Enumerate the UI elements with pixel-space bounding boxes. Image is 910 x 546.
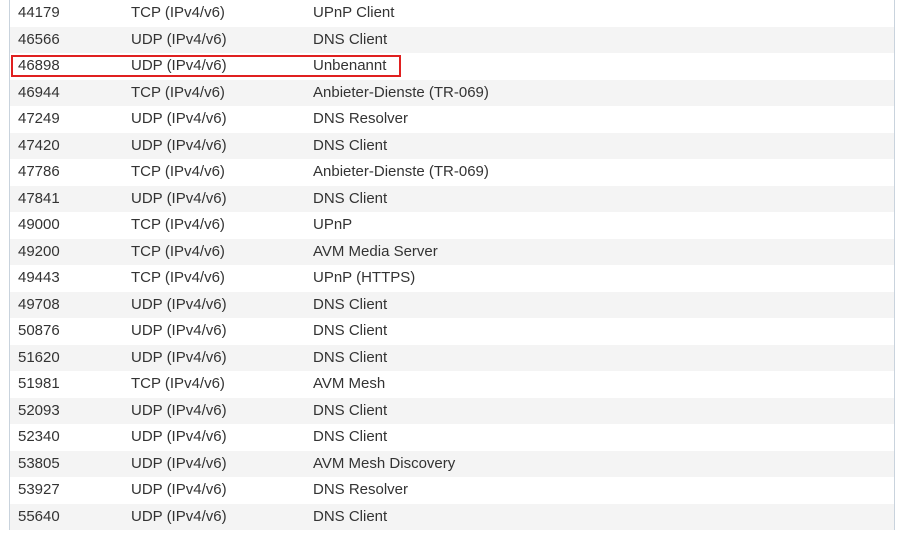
table-row: 52093 UDP (IPv4/v6) DNS Client [10,397,894,424]
port-cell: 55640 [18,507,60,525]
port-cell: 53927 [18,481,60,498]
protocol-cell: TCP (IPv4/v6) [131,163,225,180]
table-row: 47249 UDP (IPv4/v6) DNS Resolver [10,106,894,133]
protocol-cell: UDP (IPv4/v6) [131,189,227,207]
service-cell: UPnP [313,216,353,233]
service-cell: DNS Client [313,428,388,445]
service-cell: Anbieter-Dienste (TR-069) [313,163,489,180]
service-cell: DNS Client [313,295,388,313]
port-cell: 52340 [18,428,60,445]
service-cell: Anbieter-Dienste (TR-069) [313,83,489,101]
protocol-cell: TCP (IPv4/v6) [131,375,225,392]
protocol-cell: UDP (IPv4/v6) [131,295,227,313]
service-cell: DNS Resolver [313,481,409,498]
protocol-cell: UDP (IPv4/v6) [131,507,227,525]
table-row: 51620 UDP (IPv4/v6) DNS Client [10,344,894,371]
table-row: 46566 UDP (IPv4/v6) DNS Client [10,26,894,53]
port-cell: 47786 [18,163,60,180]
table-row: 53927 UDP (IPv4/v6) DNS Resolver [10,477,894,504]
service-cell: DNS Client [313,507,388,525]
protocol-cell: UDP (IPv4/v6) [131,110,227,127]
port-cell: 47841 [18,189,60,207]
port-cell: 46944 [18,83,60,101]
service-cell: AVM Media Server [313,242,438,260]
table-row: 53805 UDP (IPv4/v6) AVM Mesh Discovery [10,450,894,477]
protocol-cell: UDP (IPv4/v6) [131,454,227,472]
table-row: 51981 TCP (IPv4/v6) AVM Mesh [10,371,894,398]
port-cell: 44179 [18,4,60,21]
service-cell: DNS Client [313,348,388,366]
service-cell: DNS Client [313,189,388,207]
service-cell: DNS Client [313,322,388,339]
port-cell: 47420 [18,136,60,154]
service-cell: Unbenannt [313,57,387,74]
protocol-cell: TCP (IPv4/v6) [131,4,225,21]
service-cell: AVM Mesh [313,375,386,392]
table-row: 44179 TCP (IPv4/v6) UPnP Client [10,0,894,27]
service-cell: AVM Mesh Discovery [313,454,456,472]
protocol-cell: UDP (IPv4/v6) [131,348,227,366]
service-cell: DNS Client [313,30,388,48]
port-cell: 49443 [18,269,60,286]
protocol-cell: UDP (IPv4/v6) [131,57,227,74]
protocol-cell: UDP (IPv4/v6) [131,322,227,339]
protocol-cell: UDP (IPv4/v6) [131,401,227,419]
protocol-cell: UDP (IPv4/v6) [131,136,227,154]
service-cell: DNS Client [313,401,388,419]
table-row: 49443 TCP (IPv4/v6) UPnP (HTTPS) [10,265,894,292]
port-cell: 46566 [18,30,60,48]
port-cell: 49708 [18,295,60,313]
port-cell: 50876 [18,322,60,339]
service-cell: DNS Client [313,136,388,154]
table-row: 49200 TCP (IPv4/v6) AVM Media Server [10,238,894,265]
port-cell: 49200 [18,242,60,260]
port-cell: 53805 [18,454,60,472]
port-table: 44179 TCP (IPv4/v6) UPnP Client 46566 UD… [10,0,894,530]
port-cell: 52093 [18,401,60,419]
protocol-cell: UDP (IPv4/v6) [131,481,227,498]
service-cell: DNS Resolver [313,110,409,127]
port-cell: 49000 [18,216,60,233]
port-cell: 51620 [18,348,60,366]
table-row: 47420 UDP (IPv4/v6) DNS Client [10,132,894,159]
table-row: 49708 UDP (IPv4/v6) DNS Client [10,291,894,318]
protocol-cell: TCP (IPv4/v6) [131,242,225,260]
protocol-cell: TCP (IPv4/v6) [131,83,225,101]
service-cell: UPnP (HTTPS) [313,269,416,286]
protocol-cell: UDP (IPv4/v6) [131,30,227,48]
service-cell: UPnP Client [313,4,395,21]
table-row: 47841 UDP (IPv4/v6) DNS Client [10,185,894,212]
port-cell: 51981 [18,375,60,392]
protocol-cell: UDP (IPv4/v6) [131,428,227,445]
port-cell: 46898 [18,57,60,74]
protocol-cell: TCP (IPv4/v6) [131,269,225,286]
table-row: 46944 TCP (IPv4/v6) Anbieter-Dienste (TR… [10,79,894,106]
table-row: 49000 TCP (IPv4/v6) UPnP [10,212,894,239]
port-cell: 47249 [18,110,60,127]
protocol-cell: TCP (IPv4/v6) [131,216,225,233]
table-row: 50876 UDP (IPv4/v6) DNS Client [10,318,894,345]
table-row: 52340 UDP (IPv4/v6) DNS Client [10,424,894,451]
table-row-highlighted: 46898 UDP (IPv4/v6) Unbenannt [10,53,894,80]
table-row: 55640 UDP (IPv4/v6) DNS Client [10,503,894,530]
table-row: 47786 TCP (IPv4/v6) Anbieter-Dienste (TR… [10,159,894,186]
